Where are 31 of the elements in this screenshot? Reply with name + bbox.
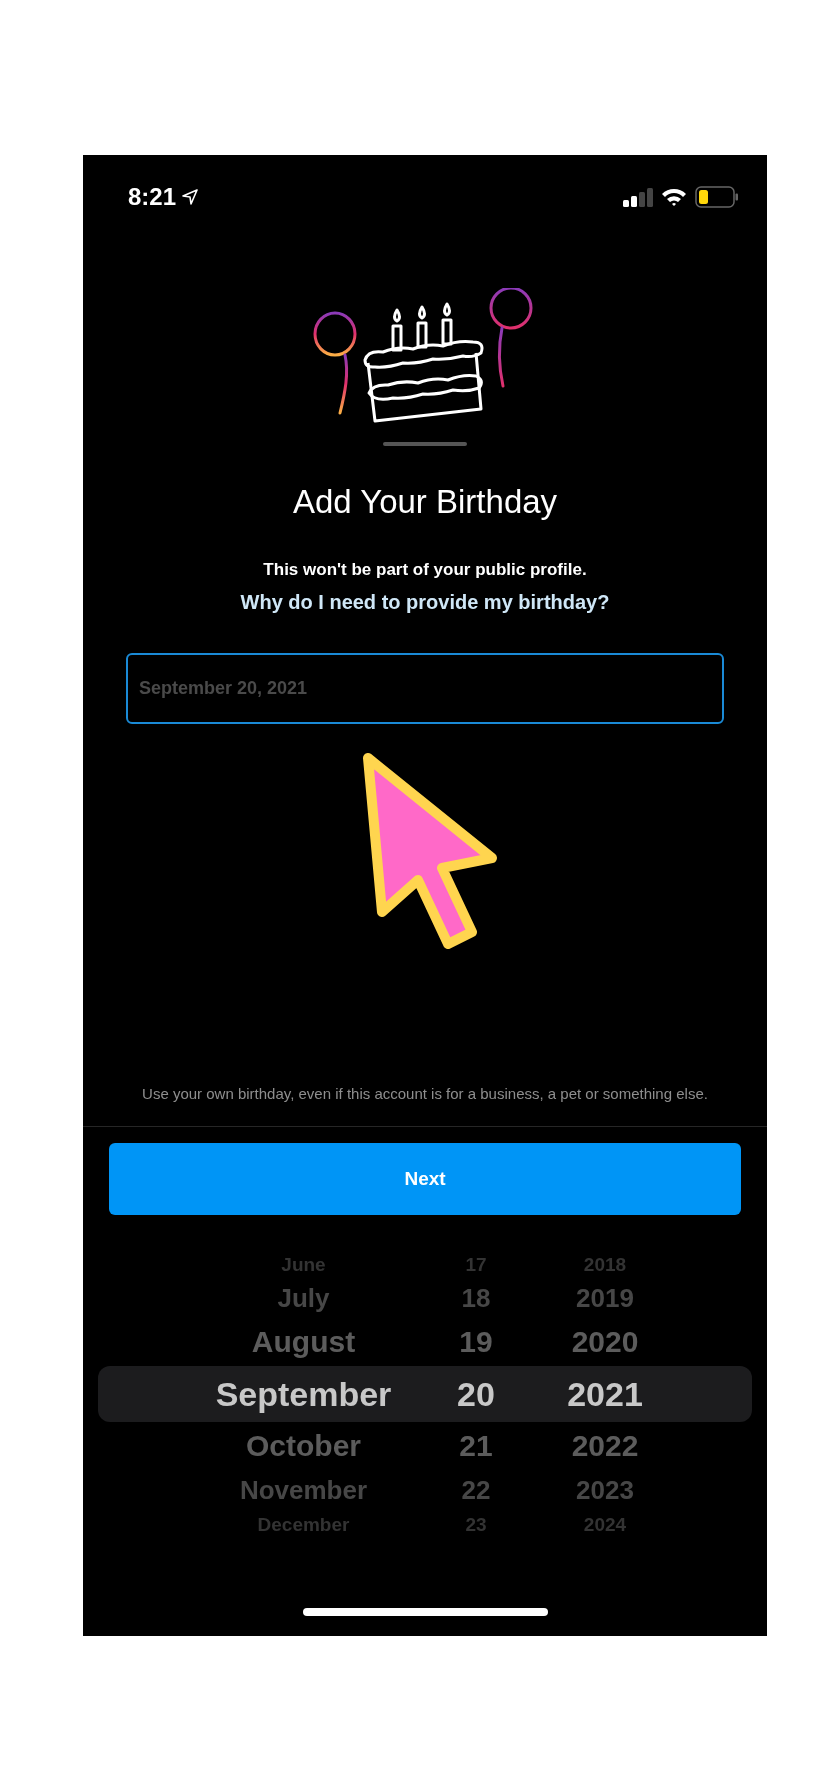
picker-row[interactable]: August 19 2020 [98, 1318, 752, 1366]
picker-day: 21 [431, 1431, 521, 1461]
help-link[interactable]: Why do I need to provide my birthday? [240, 589, 610, 615]
signal-icon [623, 187, 653, 207]
picker-day: 22 [431, 1477, 521, 1503]
subtitle: This won't be part of your public profile. [263, 559, 587, 581]
wifi-icon [661, 187, 687, 207]
picker-month: November [238, 1477, 369, 1503]
status-time: 8:21 [128, 183, 177, 211]
picker-year: 2023 [575, 1477, 635, 1503]
picker-day: 18 [431, 1285, 521, 1311]
picker-month: July [276, 1285, 331, 1311]
picker-month: October [245, 1431, 362, 1461]
battery-icon [695, 186, 739, 208]
date-input[interactable]: September 20, 2021 [126, 653, 724, 724]
picker-row[interactable]: November 22 2023 [98, 1470, 752, 1510]
picker-row[interactable]: July 18 2019 [98, 1278, 752, 1318]
picker-month: September [214, 1377, 393, 1411]
birthday-note: Use your own birthday, even if this account is for a business, a pet or something else. [141, 1084, 709, 1104]
picker-day: 19 [431, 1327, 521, 1357]
selected-row-highlight[interactable]: September 20 2021 [98, 1366, 752, 1422]
picker-year: 2019 [575, 1285, 635, 1311]
picker-row[interactable]: October 21 2022 [98, 1422, 752, 1470]
picker-month: August [250, 1327, 357, 1357]
picker-year: 2020 [570, 1327, 640, 1357]
picker-year: 2021 [566, 1377, 644, 1411]
picker-day: 20 [431, 1377, 521, 1411]
picker-year: 2022 [570, 1431, 640, 1461]
next-button[interactable]: Next [109, 1143, 741, 1215]
location-arrow-icon [182, 189, 199, 205]
page-title: Add Your Birthday [292, 482, 558, 522]
